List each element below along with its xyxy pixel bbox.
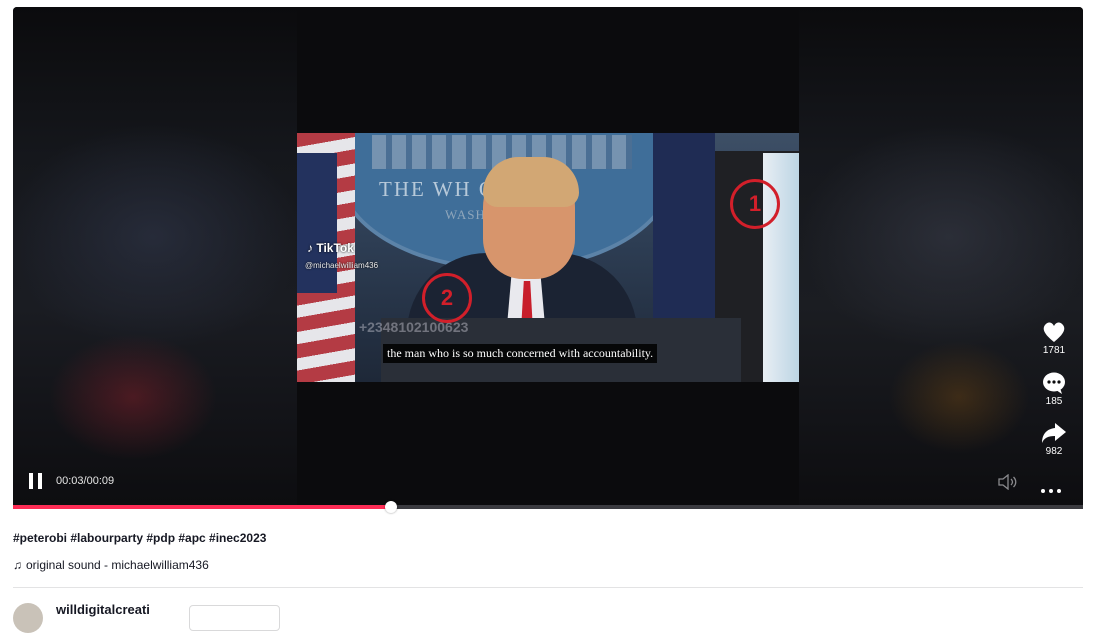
progress-bar[interactable] [13,501,1083,513]
pause-button[interactable] [29,473,43,489]
author-name[interactable]: willdigitalcreati [56,602,150,617]
share-count: 982 [1045,446,1063,457]
flag-left-canton [297,153,337,293]
author-avatar[interactable] [13,603,43,633]
comment-button[interactable]: 185 [1030,372,1078,407]
speaker-volume-icon [998,473,1017,491]
video-player[interactable]: THE WH OUSE WASH ♪ TikTok @michaelwillia… [13,7,1083,505]
more-dots-icon [1041,480,1065,497]
video-subtitle: the man who is so much concerned with ac… [383,344,658,363]
comment-icon [1043,372,1065,394]
tiktok-note-icon: ♪ [307,241,313,255]
seal-subtext: WASH [445,207,486,222]
volume-button[interactable] [997,473,1017,495]
annotation-circle-1: 1 [730,179,780,229]
like-count: 1781 [1042,345,1066,356]
annotation-circle-2: 2 [422,273,472,323]
comment-count: 185 [1045,396,1063,407]
like-button[interactable]: 1781 [1030,321,1078,356]
more-options-button[interactable] [1041,480,1065,498]
progress-scrubber[interactable] [384,501,397,513]
watermark-handle: @michaelwilliam436 [305,261,379,270]
tiktok-watermark: ♪ TikTok [307,241,354,255]
playback-time: 00:03/00:09 [56,475,115,487]
video-hashtags[interactable]: #peterobi #labourparty #pdp #apc #inec20… [13,531,266,545]
pause-icon-bar-right [38,473,42,489]
speaker-hair [483,157,579,207]
music-note-icon: ♫ [13,558,22,572]
share-button[interactable]: 982 [1030,422,1078,457]
share-arrow-icon [1042,423,1066,443]
heart-icon [1043,322,1065,342]
follow-button[interactable] [189,605,280,631]
progress-fill [13,505,391,509]
sound-link[interactable]: ♫ original sound - michaelwilliam436 [13,558,209,572]
video-backdrop-left [13,7,297,505]
video-frame[interactable]: THE WH OUSE WASH ♪ TikTok @michaelwillia… [297,133,799,382]
tiktok-watermark-text: TikTok [316,241,354,255]
sound-title: original sound - michaelwilliam436 [26,558,209,572]
section-divider [13,587,1083,588]
pause-icon-bar-left [29,473,33,489]
